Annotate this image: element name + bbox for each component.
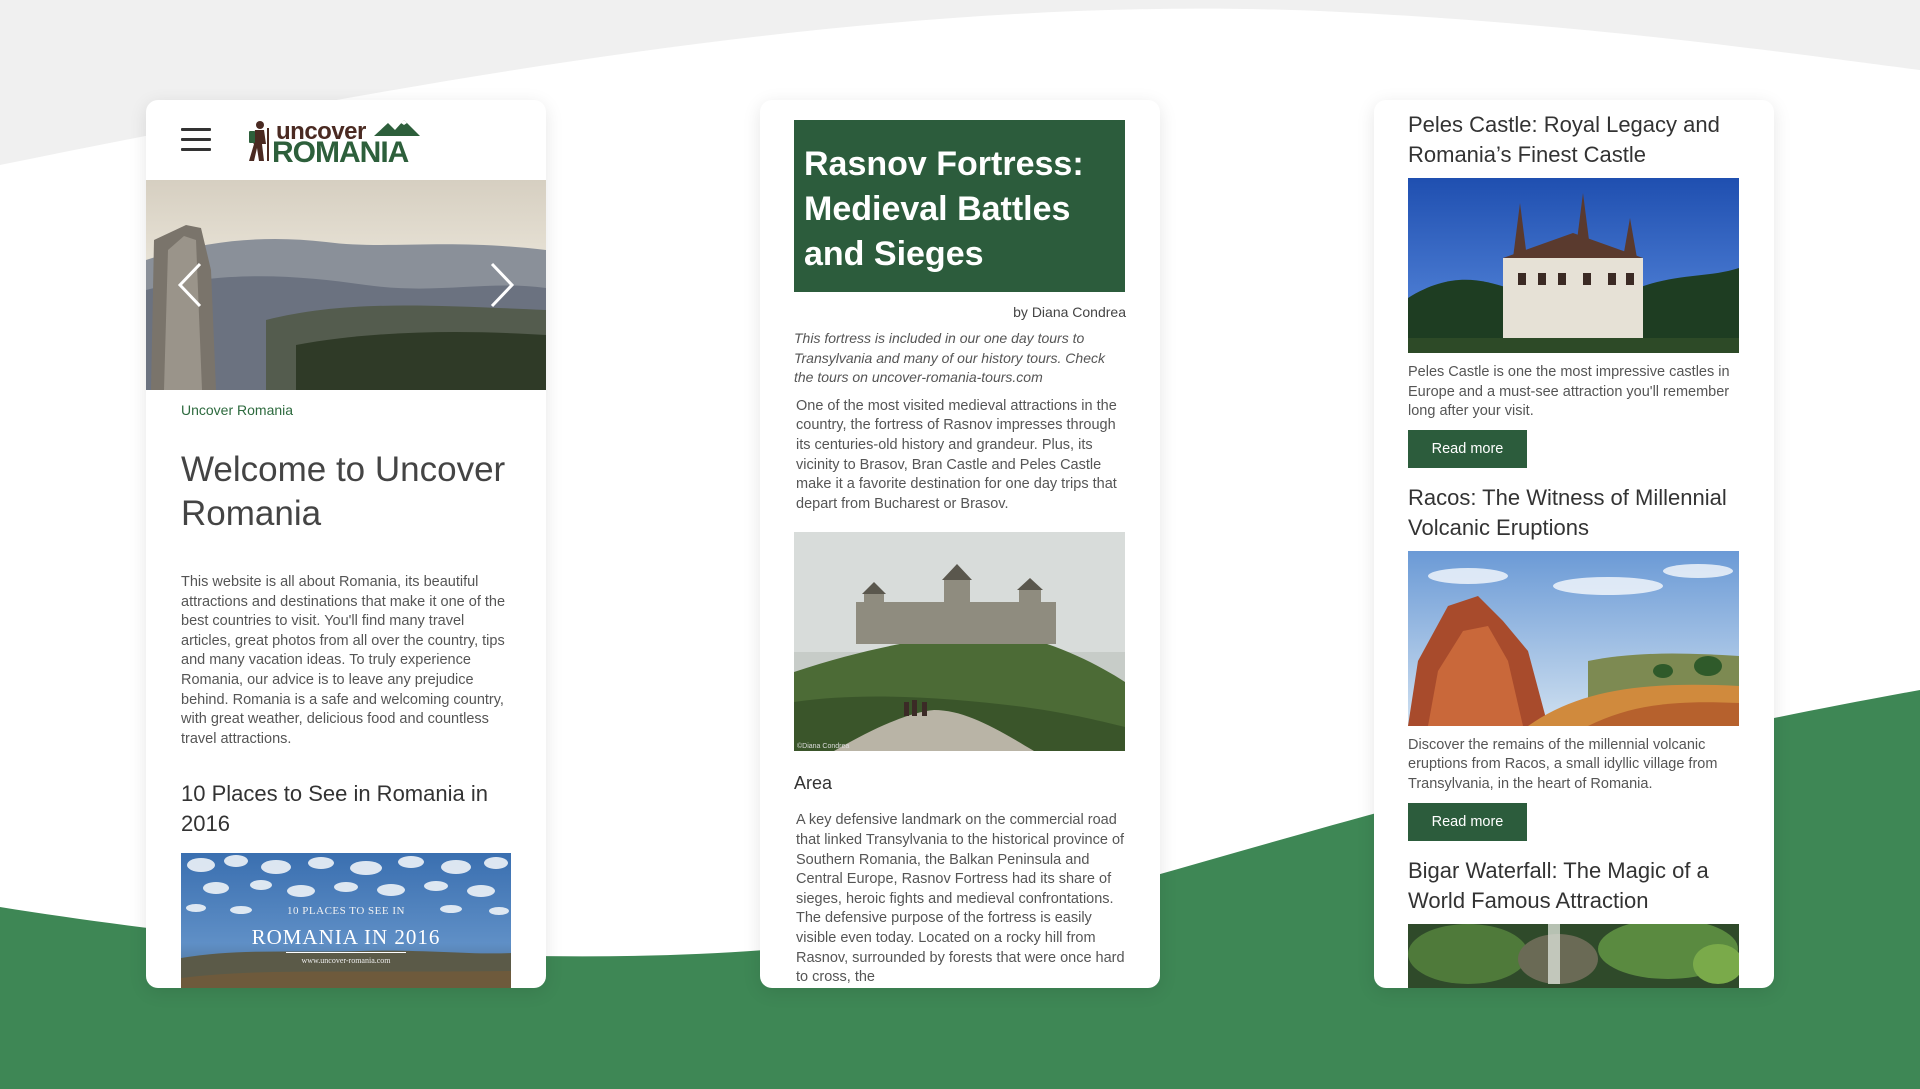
waterfall-image <box>1408 923 1739 988</box>
banner-text-main: ROMANIA IN 2016 <box>251 925 441 950</box>
home-content: Uncover Romania Welcome to Uncover Roman… <box>146 402 546 988</box>
article-paragraph: A key defensive landmark on the commerci… <box>796 812 1125 986</box>
intro-paragraph: This website is all about Romania, its b… <box>181 574 506 747</box>
page-title: Welcome to Uncover Romania <box>181 450 506 533</box>
article-link-title[interactable]: 10 Places to See in Romania in 2016 <box>181 779 511 839</box>
card-title[interactable]: Racos: The Witness of Millennial Volcani… <box>1408 483 1740 543</box>
chevron-right-icon[interactable] <box>486 262 516 308</box>
volcanic-landscape-image <box>1408 550 1739 726</box>
card-description: Peles Castle is one the most impressive … <box>1408 364 1730 420</box>
banner-text-top: 10 PLACES TO SEE IN <box>287 905 405 918</box>
banner-divider <box>286 952 406 954</box>
phone-article-screen: Rasnov Fortress: Medieval Battles and Si… <box>760 100 1160 988</box>
chevron-left-icon[interactable] <box>176 262 206 308</box>
article-card: Bigar Waterfall: The Magic of a World Fa… <box>1408 856 1740 988</box>
article-card: Racos: The Witness of Millennial Volcani… <box>1408 483 1740 841</box>
article-title: Rasnov Fortress: Medieval Battles and Si… <box>804 145 1084 273</box>
site-header: uncover ROMANIA <box>146 100 546 180</box>
breadcrumb[interactable]: Uncover Romania <box>181 402 511 418</box>
mountain-logo-icon <box>374 120 420 136</box>
cloudy-sky-photo <box>181 853 511 988</box>
fortress-photo: ©Diana Condrea <box>794 532 1125 752</box>
article-list: Peles Castle: Royal Legacy and Romania’s… <box>1374 100 1774 988</box>
phone-home-screen: uncover ROMANIA Uncover Romania Welcome … <box>146 100 546 988</box>
card-description: Discover the remains of the millennial v… <box>1408 736 1718 792</box>
image-slider[interactable] <box>146 180 546 390</box>
card-title[interactable]: Peles Castle: Royal Legacy and Romania’s… <box>1408 110 1740 170</box>
castle-photo[interactable] <box>1408 178 1739 353</box>
card-title[interactable]: Bigar Waterfall: The Magic of a World Fa… <box>1408 856 1740 916</box>
article-card: Peles Castle: Royal Legacy and Romania’s… <box>1408 110 1740 468</box>
site-logo[interactable]: uncover ROMANIA <box>246 118 426 169</box>
castle-image <box>1408 178 1739 353</box>
hiker-logo-icon <box>249 121 269 161</box>
read-more-button[interactable]: Read more <box>1408 429 1527 468</box>
author-byline: by Diana Condrea <box>1013 304 1126 320</box>
article-lead: This fortress is included in our one day… <box>794 330 1105 386</box>
fortress-image <box>794 532 1125 752</box>
phone-list-screen: Peles Castle: Royal Legacy and Romania’s… <box>1374 100 1774 988</box>
hamburger-icon[interactable] <box>181 128 211 154</box>
banner-text-url: www.uncover-romania.com <box>301 956 391 966</box>
waterfall-photo[interactable] <box>1408 923 1739 988</box>
volcanic-photo[interactable] <box>1408 550 1739 726</box>
photo-credit: ©Diana Condrea <box>797 743 850 751</box>
read-more-button[interactable]: Read more <box>1408 802 1527 841</box>
article-content: Rasnov Fortress: Medieval Battles and Si… <box>760 100 1160 988</box>
places-banner-image[interactable]: 10 PLACES TO SEE IN ROMANIA IN 2016 www.… <box>181 853 511 988</box>
section-heading: Area <box>794 773 833 794</box>
article-title-banner: Rasnov Fortress: Medieval Battles and Si… <box>794 120 1125 292</box>
logo-text-bottom: ROMANIA <box>272 136 409 169</box>
article-paragraph: One of the most visited medieval attract… <box>796 397 1117 512</box>
